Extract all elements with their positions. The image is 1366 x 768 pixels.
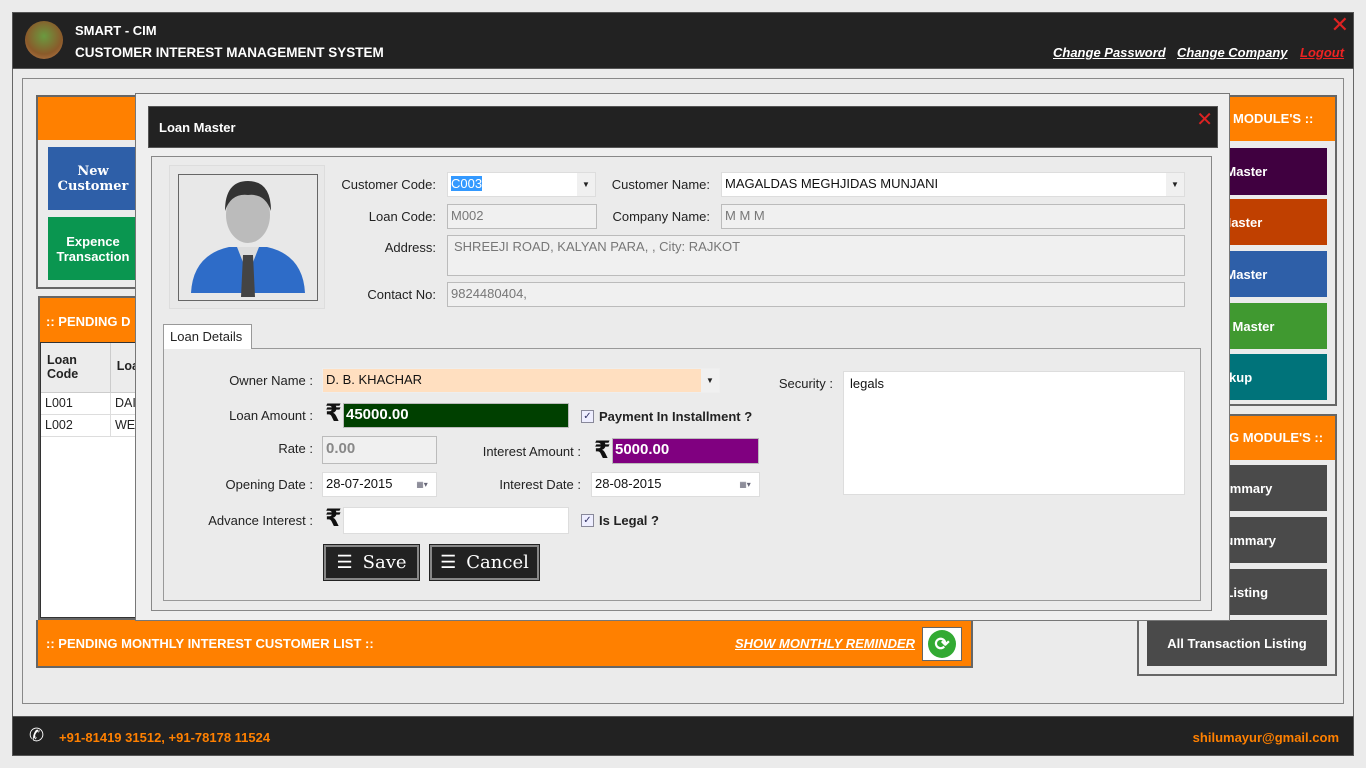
loan-code-label: Loan Code:: [368, 209, 436, 224]
customer-photo[interactable]: [178, 174, 318, 301]
security-textarea[interactable]: legals: [843, 371, 1185, 495]
footer: ✆ +91-81419 31512, +91-78178 11524 shilu…: [12, 716, 1354, 756]
app-header: SMART - CIM CUSTOMER INTEREST MANAGEMENT…: [12, 12, 1354, 69]
refresh-button[interactable]: ⟳: [922, 627, 962, 661]
rupee-icon: ₹: [325, 504, 342, 532]
security-label: Security :: [778, 376, 833, 391]
loan-code-field[interactable]: M002: [447, 204, 597, 229]
customer-name-combo[interactable]: MAGALDAS MEGHJIDAS MUNJANI ▼: [721, 172, 1185, 197]
col-loan-code[interactable]: Loan Code: [41, 343, 111, 392]
interest-amount-label: Interest Amount :: [482, 444, 581, 459]
is-legal-checkbox[interactable]: ✓: [581, 514, 594, 527]
photo-frame: [169, 165, 325, 309]
table-row[interactable]: L001 DAI: [41, 393, 145, 415]
cancel-button[interactable]: ☰ Cancel: [429, 544, 540, 581]
monthly-header: :: PENDING MONTHLY INTEREST CUSTOMER LIS…: [46, 636, 374, 651]
advance-interest-field[interactable]: [343, 507, 569, 534]
tab-loan-details[interactable]: Loan Details: [163, 324, 252, 349]
refresh-icon: ⟳: [928, 630, 956, 658]
app-close-icon[interactable]: ✕: [1331, 13, 1349, 38]
pending-panel: :: PENDING D Loan Code Loa L001 DAI L002 W…: [38, 296, 148, 620]
chevron-down-icon[interactable]: ▼: [1166, 173, 1184, 196]
is-legal-label: Is Legal ?: [599, 513, 659, 528]
app-title: SMART - CIM: [75, 23, 157, 38]
company-name-label: Company Name:: [612, 209, 710, 224]
monthly-interest-bar: :: PENDING MONTHLY INTEREST CUSTOMER LIS…: [36, 620, 973, 668]
rate-field[interactable]: 0.00: [322, 436, 437, 464]
interest-date-label: Interest Date :: [499, 477, 581, 492]
list-icon: ☰: [336, 552, 353, 573]
footer-email: shilumayur@gmail.com: [1192, 730, 1339, 745]
chevron-down-icon[interactable]: ▼: [577, 173, 595, 196]
calendar-icon[interactable]: ▦▾: [731, 473, 759, 496]
company-name-field[interactable]: M M M: [721, 204, 1185, 229]
new-customer-tile[interactable]: New Customer: [48, 147, 138, 210]
change-company-link[interactable]: Change Company: [1177, 45, 1288, 60]
customer-name-label: Customer Name:: [611, 177, 710, 192]
address-label: Address:: [384, 240, 436, 255]
owner-name-combo[interactable]: D. B. KHACHAR ▼: [322, 368, 720, 393]
customer-code-combo[interactable]: C003 ▼: [447, 172, 596, 197]
loan-amount-label: Loan Amount :: [229, 408, 313, 423]
list-icon: ☰: [440, 552, 457, 573]
dialog-close-icon[interactable]: ✕: [1196, 107, 1213, 131]
all-transaction-listing-tile[interactable]: All Transaction Listing: [1147, 620, 1327, 666]
change-password-link[interactable]: Change Password: [1053, 45, 1166, 60]
calendar-icon[interactable]: ▦▾: [408, 473, 436, 496]
interest-amount-field[interactable]: 5000.00: [612, 438, 759, 464]
expence-transaction-tile[interactable]: Expence Transaction: [48, 217, 138, 280]
footer-phone: +91-81419 31512, +91-78178 11524: [59, 730, 271, 745]
table-row[interactable]: L002 WEI: [41, 415, 145, 437]
logo-icon: [25, 21, 63, 59]
owner-name-label: Owner Name :: [229, 373, 313, 388]
customer-code-label: Customer Code:: [341, 177, 436, 192]
installment-label: Payment In Installment ?: [599, 409, 753, 424]
pending-header: :: PENDING D: [40, 298, 146, 342]
opening-date-label: Opening Date :: [225, 477, 313, 492]
address-field[interactable]: SHREEJI ROAD, KALYAN PARA, , City: RAJKO…: [447, 235, 1185, 276]
installment-checkbox[interactable]: ✓: [581, 410, 594, 423]
logout-link[interactable]: Logout: [1300, 45, 1344, 60]
show-monthly-reminder-link[interactable]: SHOW MONTHLY REMINDER: [735, 636, 915, 651]
app-subtitle: CUSTOMER INTEREST MANAGEMENT SYSTEM: [75, 45, 384, 60]
rupee-icon: ₹: [594, 436, 611, 464]
rate-label: Rate :: [278, 441, 313, 456]
save-button[interactable]: ☰ Save: [323, 544, 420, 581]
dialog-titlebar: Loan Master ✕: [148, 106, 1218, 148]
dialog-title: Loan Master: [159, 120, 236, 135]
user-avatar-icon: [191, 181, 305, 297]
phone-icon: ✆: [29, 725, 45, 746]
interest-date-picker[interactable]: 28-08-2015 ▦▾: [591, 472, 760, 497]
chevron-down-icon[interactable]: ▼: [701, 369, 719, 392]
contact-field[interactable]: 9824480404,: [447, 282, 1185, 307]
opening-date-picker[interactable]: 28-07-2015 ▦▾: [322, 472, 437, 497]
loan-amount-field[interactable]: 45000.00: [343, 403, 569, 428]
advance-interest-label: Advance Interest :: [208, 513, 313, 528]
contact-label: Contact No:: [367, 287, 436, 302]
rupee-icon: ₹: [325, 399, 342, 427]
